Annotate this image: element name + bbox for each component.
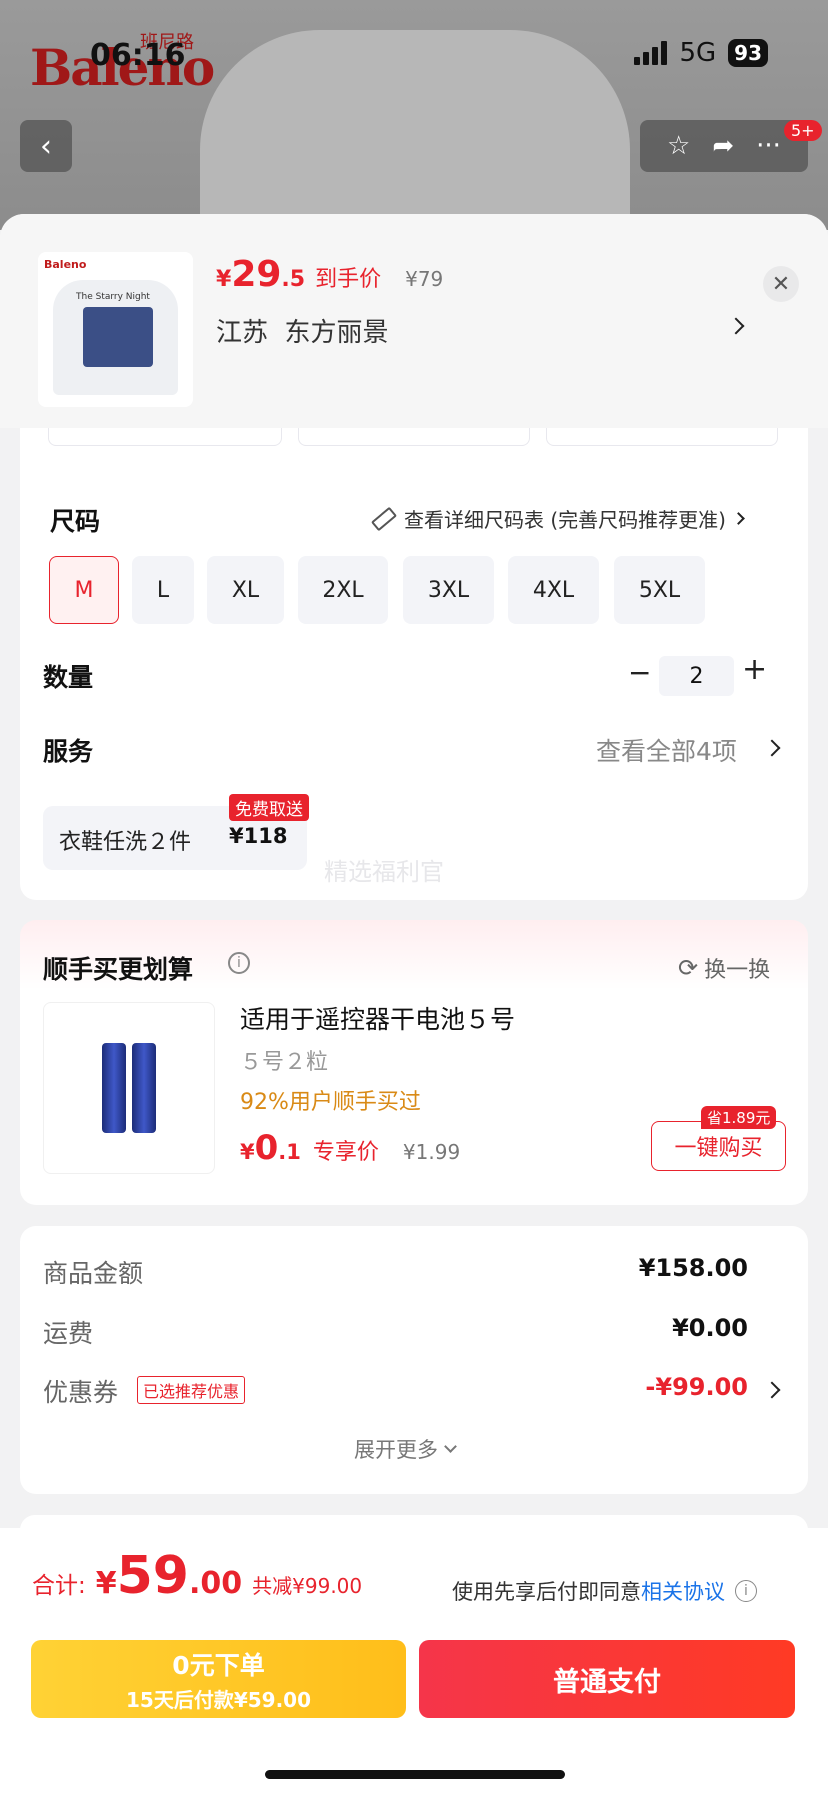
size-label: 尺码 [50,507,101,536]
total-discount: 共减¥99.00 [252,1574,363,1598]
expand-more[interactable]: 展开更多 [354,1434,457,1464]
bnpl-subtitle: 15天后付款¥59.00 [125,1687,311,1712]
pay-button[interactable]: 普通支付 [419,1640,795,1718]
coupon-value[interactable]: -¥99.00 [600,1373,748,1401]
addon-price: ¥ 0 .1 专享价 ¥1.99 [240,1128,461,1168]
more-icon[interactable]: ··· [756,131,781,161]
chevron-down-icon [444,1440,457,1453]
cart-badge: 5+ [784,120,822,141]
size-option-xl[interactable]: XL [207,556,284,624]
total-int: 59 [116,1546,189,1606]
size-option-m[interactable]: M [49,556,119,624]
bnpl-button[interactable]: 0元下单 15天后付款¥59.00 [31,1640,406,1718]
total-dec: .00 [189,1566,243,1601]
agreement: 使用先享后付即同意 相关协议 i [452,1576,757,1606]
size-option-3xl[interactable]: 3XL [403,556,494,624]
price-int: 29 [231,254,282,295]
coupon-label: 优惠券 [43,1378,119,1407]
service-label: 服务 [43,737,94,766]
save-tag: 省1.89元 [701,1106,777,1129]
quantity-label: 数量 [43,663,94,692]
top-actions: ☆ ➦ ··· [640,120,808,172]
price-label: 到手价 [315,267,382,292]
total-price: 合计: ¥ 59 .00 共减¥99.00 [32,1546,363,1606]
home-indicator [265,1770,565,1779]
close-button[interactable]: ✕ [763,266,799,302]
signal-icon [634,41,668,65]
addon-title: 顺手买更划算 [43,955,194,984]
goods-amount-value: ¥158.00 [638,1254,748,1282]
shipping-label: 运费 [43,1319,94,1348]
size-option-2xl[interactable]: 2XL [298,556,388,624]
original-price: ¥79 [405,267,444,291]
refresh-icon: ⟳ [678,954,699,982]
addon-product-name[interactable]: 适用于遥控器干电池５号 [240,1000,515,1036]
addon-social-proof: 92%用户顺手买过 [240,1090,421,1115]
thumb-text: The Starry Night [76,292,150,302]
service-free-tag: 免费取送 [229,794,309,821]
share-icon[interactable]: ➦ [712,131,734,161]
agreement-link[interactable]: 相关协议 [641,1576,725,1606]
addon-thumbnail[interactable] [43,1002,215,1174]
total-label: 合计: [32,1573,86,1599]
status-indicators: 5G 93 [634,38,768,68]
product-thumbnail[interactable]: Baleno The Starry Night [38,252,193,407]
shipping-value: ¥0.00 [672,1314,748,1342]
chevron-left-icon: ‹ [40,128,52,164]
size-chart-link[interactable]: 查看详细尺码表 (完善尺码推荐更准) [370,504,745,533]
chevron-right-icon [732,512,745,525]
thumb-brand: Baleno [44,258,87,271]
goods-amount-label: 商品金额 [43,1259,144,1288]
service-item-price: ¥118 [229,824,288,848]
battery-icon: 93 [728,39,768,67]
network-label: 5G [679,38,717,68]
price-dec: .5 [281,267,306,292]
size-option-l[interactable]: L [132,556,194,624]
back-button[interactable]: ‹ [20,120,72,172]
addon-spec: ５号２粒 [240,1050,329,1075]
addon-original-price: ¥1.99 [402,1140,461,1164]
quantity-minus[interactable]: − [628,656,651,689]
ruler-icon [370,506,398,531]
status-time: 06:16 [90,38,186,73]
info-icon[interactable]: i [228,952,250,974]
size-option-5xl[interactable]: 5XL [614,556,705,624]
size-option-4xl[interactable]: 4XL [508,556,599,624]
tshirt-image [200,30,630,230]
coupon-tag: 已选推荐优惠 [137,1376,246,1404]
star-icon[interactable]: ☆ [667,131,690,161]
watermark: 精选福利官 [324,858,444,886]
bnpl-title: 0元下单 [172,1650,265,1680]
quantity-plus[interactable]: + [742,652,767,687]
ship-location[interactable]: 江苏 东方丽景 [216,312,389,349]
quantity-value[interactable]: 2 [659,656,734,696]
close-icon: ✕ [771,271,791,297]
service-item-name: 衣鞋任洗２件 [59,830,192,855]
info-icon[interactable]: i [735,1580,757,1602]
refresh-button[interactable]: ⟳ 换一换 [678,952,770,984]
service-view-all[interactable]: 查看全部4项 [596,732,737,768]
product-price: ¥ 29 .5 到手价 ¥79 [216,254,444,295]
